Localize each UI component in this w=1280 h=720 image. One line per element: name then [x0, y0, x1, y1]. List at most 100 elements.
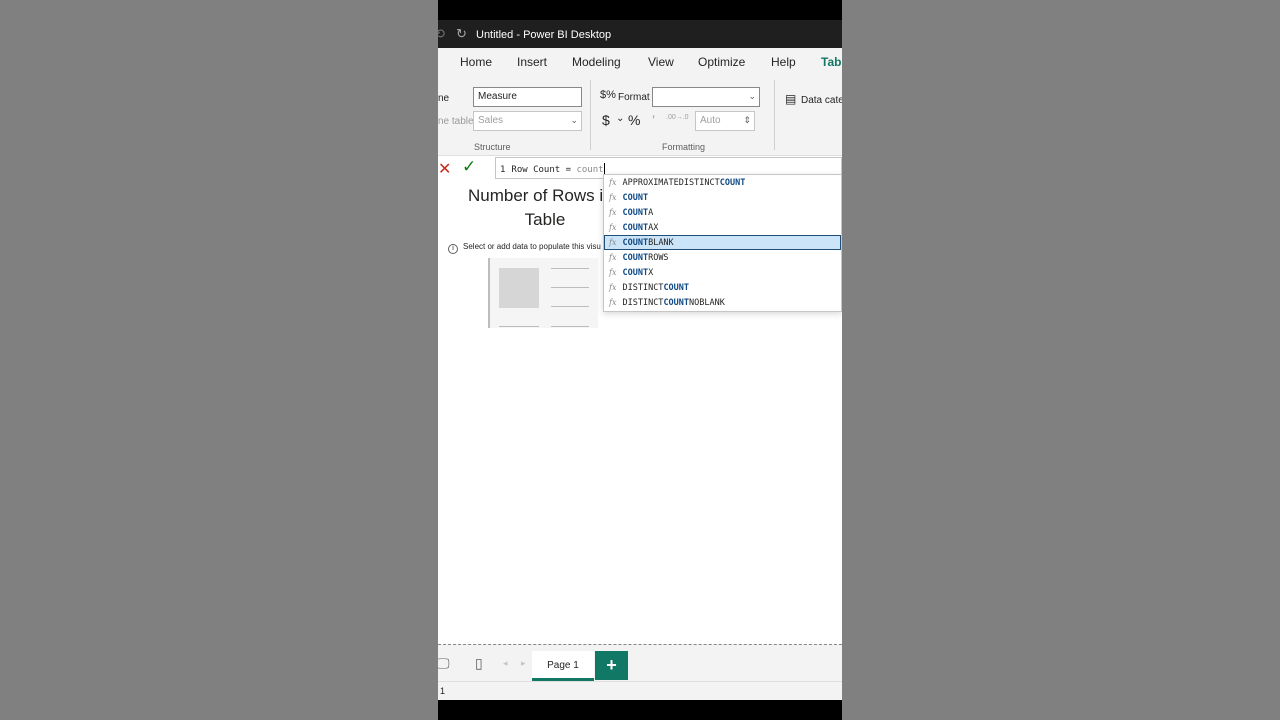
spinner-icon: ⇕	[743, 115, 751, 125]
ribbon: ne Measure ne table Sales ⌄ Structure $%…	[438, 76, 842, 156]
suggestion-item[interactable]: fx DISTINCTCOUNT	[604, 280, 841, 295]
desktop-layout-icon[interactable]: 🖵	[438, 655, 450, 672]
data-category-label[interactable]: Data cate	[801, 95, 842, 106]
format-label: Format	[618, 92, 650, 103]
ribbon-separator	[590, 80, 591, 150]
placeholder-line	[499, 326, 539, 327]
measure-name-input[interactable]: Measure	[473, 87, 582, 107]
window-title: Untitled - Power BI Desktop	[476, 29, 612, 41]
suggestion-item[interactable]: fx DISTINCTCOUNTNOBLANK	[604, 295, 841, 310]
empty-visual-hint: i Select or add data to populate this vis…	[448, 242, 601, 254]
suggestion-post-text: NOBLANK	[689, 298, 725, 308]
tab-optimize[interactable]: Optimize	[698, 55, 745, 69]
next-page-icon[interactable]: ▸	[521, 658, 526, 669]
tab-help[interactable]: Help	[771, 55, 796, 69]
function-icon: fx	[609, 298, 617, 307]
suggestion-pre-text: APPROXIMATEDISTINCT	[622, 178, 720, 188]
chevron-down-icon: ⌄	[570, 115, 578, 125]
previous-page-icon[interactable]: ◂	[503, 658, 508, 669]
close-icon[interactable]: ✕	[438, 159, 451, 179]
intellisense-dropdown: fx APPROXIMATEDISTINCTCOUNT fx COUNT fx COUNT…	[603, 174, 842, 312]
function-icon: fx	[609, 283, 617, 292]
suggestion-item[interactable]: fx APPROXIMATEDISTINCTCOUNT	[604, 175, 841, 190]
page-tab[interactable]: Page 1	[532, 651, 594, 681]
ribbon-tabs: Home Insert Modeling View Optimize Help …	[438, 48, 842, 76]
suggestion-item[interactable]: fx COUNTBLANK	[604, 235, 841, 250]
function-icon: fx	[609, 238, 617, 247]
top-letterbox	[438, 0, 842, 20]
function-icon: fx	[609, 208, 617, 217]
function-icon: fx	[609, 253, 617, 262]
tab-modeling[interactable]: Modeling	[572, 55, 621, 69]
tab-insert[interactable]: Insert	[517, 55, 547, 69]
ribbon-separator	[774, 80, 775, 150]
suggestion-post-text: AX	[648, 223, 659, 233]
tab-home[interactable]: Home	[460, 55, 492, 69]
decimal-places-input[interactable]: Auto ⇕	[695, 111, 755, 131]
decimal-places-value: Auto	[700, 115, 721, 126]
chevron-down-icon: ⌄	[748, 91, 756, 101]
suggestion-match-text: COUNT	[622, 238, 649, 248]
structure-group-label: Structure	[474, 142, 511, 152]
format-icon: $%	[600, 89, 616, 101]
tab-table-tools[interactable]: Tabl	[821, 55, 842, 69]
placeholder-line	[551, 287, 589, 288]
check-icon[interactable]: ✓	[462, 157, 476, 177]
home-table-label: ne table	[438, 116, 474, 127]
suggestion-item[interactable]: fx COUNTX	[604, 265, 841, 280]
placeholder-line	[551, 306, 589, 307]
info-icon: i	[448, 244, 458, 254]
page-indicator: 1	[440, 686, 446, 696]
measure-name-value: Measure	[478, 91, 517, 102]
visual-placeholder[interactable]	[488, 258, 598, 328]
text-caret	[603, 163, 605, 174]
suggestion-item[interactable]: fx COUNTA	[604, 205, 841, 220]
add-page-button[interactable]: +	[595, 651, 628, 680]
currency-button[interactable]: $	[602, 112, 610, 128]
suggestion-match-text: COUNT	[663, 283, 690, 293]
suggestion-item[interactable]: fx COUNT	[604, 190, 841, 205]
formula-typed-text: count	[576, 165, 604, 175]
placeholder-image	[499, 268, 539, 308]
status-bar: 1	[438, 681, 842, 700]
suggestion-match-text: COUNT	[622, 193, 649, 203]
placeholder-line	[551, 326, 589, 327]
suggestion-match-text: COUNT	[719, 178, 746, 188]
suggestion-post-text: BLANK	[648, 238, 674, 248]
formula-text: Row Count =	[511, 165, 577, 175]
mobile-layout-icon[interactable]: ▯	[475, 655, 483, 672]
suggestion-match-text: COUNT	[622, 223, 649, 233]
page-navigator: 🖵 ▯ ◂ ▸ Page 1 +	[438, 644, 842, 681]
suggestion-post-text: ROWS	[648, 253, 669, 263]
format-select[interactable]: ⌄	[652, 87, 760, 107]
redo-icon[interactable]: ↻	[456, 26, 467, 42]
comma-style-button[interactable]: ’	[652, 112, 655, 128]
suggestion-pre-text: DISTINCT	[622, 283, 664, 293]
suggestion-item[interactable]: fx COUNTROWS	[604, 250, 841, 265]
placeholder-line	[551, 268, 589, 269]
formatting-group-label: Formatting	[662, 142, 706, 152]
function-icon: fx	[609, 193, 617, 202]
function-icon: fx	[609, 178, 617, 187]
home-table-select[interactable]: Sales ⌄	[473, 111, 582, 131]
decimal-adjust-icon[interactable]: .00→.0	[666, 114, 689, 121]
hint-text: Select or add data to populate this visu	[463, 242, 601, 251]
currency-dropdown-chevron-icon[interactable]: ⌄	[616, 113, 624, 124]
suggestion-post-text: A	[648, 208, 654, 218]
power-bi-window: ⟲ ↻ Untitled - Power BI Desktop Home Ins…	[438, 0, 842, 720]
name-label: ne	[438, 93, 450, 104]
function-icon: fx	[609, 268, 617, 277]
bottom-letterbox	[438, 700, 842, 720]
suggestion-list: fx APPROXIMATEDISTINCTCOUNT fx COUNT fx COUNT…	[604, 175, 841, 310]
data-category-icon: ▤	[785, 92, 797, 106]
tab-view[interactable]: View	[648, 55, 674, 69]
suggestion-match-text: COUNT	[622, 208, 649, 218]
undo-icon[interactable]: ⟲	[438, 26, 445, 42]
suggestion-match-text: COUNT	[663, 298, 690, 308]
function-icon: fx	[609, 223, 617, 232]
suggestion-item[interactable]: fx COUNTAX	[604, 220, 841, 235]
home-table-value: Sales	[478, 115, 504, 126]
title-bar: ⟲ ↻ Untitled - Power BI Desktop	[438, 20, 842, 48]
percent-button[interactable]: %	[628, 112, 640, 128]
line-number: 1	[500, 165, 506, 175]
